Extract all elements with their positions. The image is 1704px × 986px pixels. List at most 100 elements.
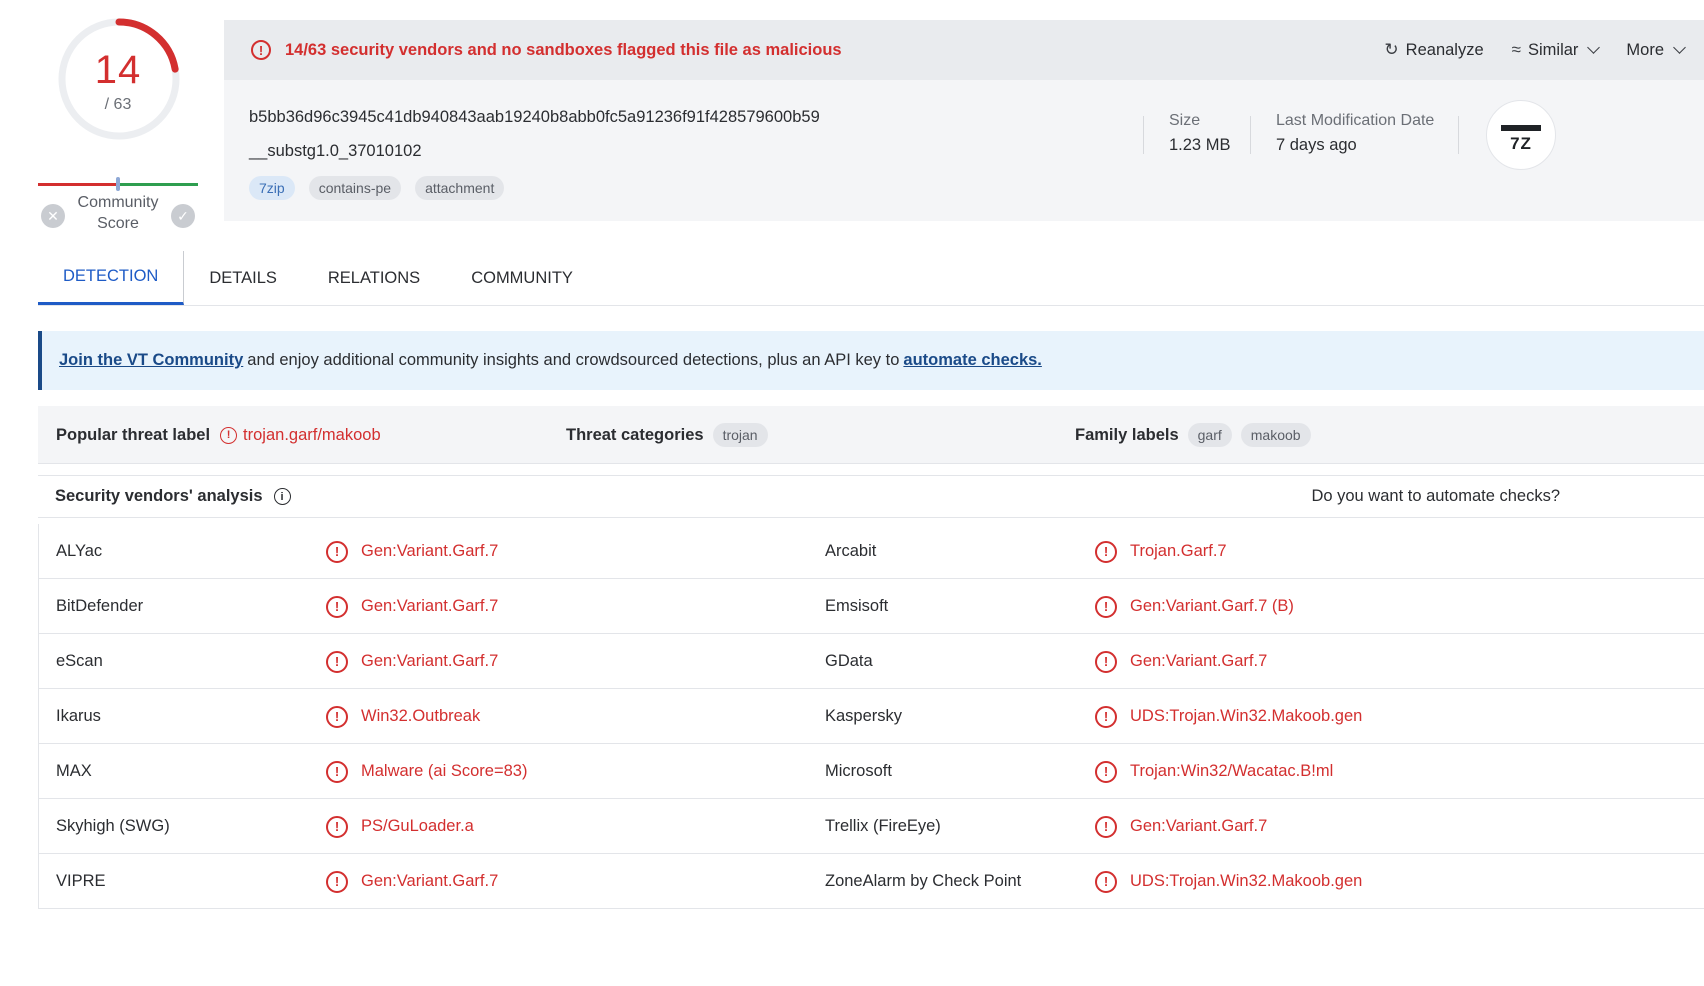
alert-icon: ! xyxy=(326,870,348,893)
vendor-result: ! UDS:Trojan.Win32.Makoob.gen xyxy=(1095,854,1362,909)
alert-icon: ! xyxy=(1095,870,1117,893)
alert-icon: ! xyxy=(326,815,348,838)
vendor-result-text: Win32.Outbreak xyxy=(361,707,481,725)
tab-relations[interactable]: RELATIONS xyxy=(328,251,420,305)
tab-details[interactable]: DETAILS xyxy=(209,251,277,305)
info-icon[interactable]: i xyxy=(273,488,291,505)
chevron-down-icon xyxy=(1673,41,1686,54)
table-row: BitDefender ! Gen:Variant.Garf.7 Emsisoft! G… xyxy=(39,579,1704,634)
automate-checks-prompt[interactable]: Do you want to automate checks? xyxy=(1311,487,1560,506)
vendor-result-text: Gen:Variant.Garf.7 xyxy=(361,872,499,890)
alert-icon: ! xyxy=(326,650,348,673)
vendor-name-text: eScan xyxy=(56,652,103,670)
vendor-name: Kaspersky xyxy=(825,689,902,744)
vendors-header: Security vendors' analysis i Do you want… xyxy=(38,475,1704,518)
vendor-result-text: UDS:Trojan.Win32.Makoob.gen xyxy=(1130,707,1363,725)
vendor-result: ! Gen:Variant.Garf.7 xyxy=(326,854,498,909)
vendor-name-text: Trellix (FireEye) xyxy=(825,817,941,835)
community-score-label: Community Score xyxy=(77,194,159,232)
vendor-name-text: BitDefender xyxy=(56,597,144,615)
alert-icon: ! xyxy=(326,540,348,563)
automate-checks-link[interactable]: automate checks. xyxy=(903,351,1041,370)
vendor-name-text: MAX xyxy=(56,762,92,780)
vendor-result-text: Gen:Variant.Garf.7 xyxy=(1130,817,1268,835)
more-dropdown[interactable]: More xyxy=(1626,41,1686,60)
alert-icon: ! xyxy=(326,595,348,618)
report-tabs: DETECTION DETAILS RELATIONS COMMUNITY xyxy=(38,251,1704,306)
vendor-result: ! UDS:Trojan.Win32.Makoob.gen xyxy=(1095,689,1362,744)
vendor-result: ! Malware (ai Score=83) xyxy=(326,744,527,799)
tag-contains-pe[interactable]: contains-pe xyxy=(308,176,402,200)
alert-icon: ! xyxy=(1095,595,1117,618)
join-community-link[interactable]: Join the VT Community xyxy=(59,351,243,370)
file-hash[interactable]: b5bb36d96c3945c41db940843aab19240b8abb0f… xyxy=(249,108,820,127)
vendor-name-text: ALYac xyxy=(56,542,103,560)
vendor-result-text: Gen:Variant.Garf.7 xyxy=(361,652,499,670)
file-name: __substg1.0_37010102 xyxy=(249,142,422,160)
detection-summary: 14/63 security vendors and no sandboxes … xyxy=(285,40,842,59)
vendor-name-text: Kaspersky xyxy=(825,707,903,725)
vendor-result: ! Gen:Variant.Garf.7 xyxy=(326,579,498,634)
vendors-title: Security vendors' analysis xyxy=(55,487,263,505)
vendor-result: ! Trojan:Win32/Wacatac.B!ml xyxy=(1095,744,1333,799)
engine-total: / 63 xyxy=(104,96,132,113)
threat-categories: Threat categories trojan xyxy=(566,406,768,464)
vendor-result-text: PS/GuLoader.a xyxy=(361,817,474,835)
reanalyze-button[interactable]: ↻ Reanalyze xyxy=(1384,40,1483,60)
vendor-result: ! Gen:Variant.Garf.7 xyxy=(326,634,498,689)
alert-icon: ! xyxy=(1095,650,1117,673)
vendor-name: BitDefender xyxy=(56,579,143,634)
file-info-card: b5bb36d96c3945c41db940843aab19240b8abb0f… xyxy=(224,80,1704,221)
family-pill[interactable]: garf xyxy=(1187,423,1232,447)
category-pill[interactable]: trojan xyxy=(712,423,768,447)
similar-icon: ≈ xyxy=(1511,40,1521,59)
table-row: VIPRE! Gen:Variant.Garf.7 ZoneAlarm by Che… xyxy=(39,854,1704,909)
table-row: Ikarus! Win32.Outbreak Kaspersky ! UDS:Troja… xyxy=(39,689,1704,744)
vendor-result: ! Gen:Variant.Garf.7 xyxy=(326,524,498,579)
table-row: eScan! Gen:Variant.Garf.7 GData! Gen:Varian… xyxy=(39,634,1704,689)
threat-labels-row: Popular threat label ! trojan.garf/makoo… xyxy=(38,406,1704,464)
alert-icon: ! xyxy=(326,705,348,728)
file-tags: 7zip contains-pe attachment xyxy=(249,176,505,200)
vendor-name-text: Skyhigh (SWG) xyxy=(56,817,170,835)
detection-alert-bar: ! 14/63 security vendors and no sandboxe… xyxy=(224,20,1704,80)
table-row: Skyhigh (SWG)! PS/GuLoader.a Trellix (Fire… xyxy=(39,799,1704,854)
vendor-name: Arcabit xyxy=(825,524,876,579)
size-label: Size xyxy=(1169,112,1201,129)
similar-dropdown[interactable]: ≈ Similar xyxy=(1511,40,1601,60)
tag-attachment[interactable]: attachment xyxy=(415,176,505,200)
alert-icon: ! xyxy=(1095,760,1117,783)
vendor-result-text: Gen:Variant.Garf.7 (B) xyxy=(1130,597,1294,615)
vendor-result: ! Gen:Variant.Garf.7 xyxy=(1095,799,1267,854)
family-pill[interactable]: makoob xyxy=(1240,423,1311,447)
vote-malicious-icon[interactable]: ✕ xyxy=(41,204,65,228)
vendor-name: Microsoft xyxy=(825,744,892,799)
vendor-name-text: GData xyxy=(825,652,873,670)
vendor-name: Ikarus xyxy=(56,689,101,744)
vendor-name: MAX xyxy=(56,744,92,799)
vendor-result: ! Gen:Variant.Garf.7 xyxy=(1095,634,1267,689)
table-row: MAX ! Malware (ai Score=83) Microsoft! Troja… xyxy=(39,744,1704,799)
vendor-result: ! Win32.Outbreak xyxy=(326,689,480,744)
detection-count: 14 xyxy=(94,48,142,92)
vendor-name: Trellix (FireEye) xyxy=(825,799,941,854)
tab-detection[interactable]: DETECTION xyxy=(38,251,185,305)
vendor-name: Emsisoft xyxy=(825,579,888,634)
vendor-result-text: Gen:Variant.Garf.7 xyxy=(361,542,499,560)
modified-label: Last Modification Date xyxy=(1276,112,1435,129)
vendor-name-text: Emsisoft xyxy=(825,597,889,615)
chevron-down-icon xyxy=(1587,41,1601,54)
vendor-result-text: Trojan:Win32/Wacatac.B!ml xyxy=(1130,762,1334,780)
vendor-name: GData xyxy=(825,634,873,689)
community-score-marker xyxy=(116,177,120,191)
vendor-result-text: Malware (ai Score=83) xyxy=(361,762,528,780)
alert-icon: ! xyxy=(220,426,238,444)
vendor-name-text: VIPRE xyxy=(56,872,106,890)
vote-harmless-icon[interactable]: ✓ xyxy=(171,204,195,228)
tab-community[interactable]: COMMUNITY xyxy=(471,251,573,305)
community-score-bar xyxy=(38,177,198,191)
file-actions: ↻ Reanalyze ≈ Similar More xyxy=(1356,20,1704,80)
refresh-icon: ↻ xyxy=(1384,40,1399,59)
tag-7zip[interactable]: 7zip xyxy=(249,176,295,200)
vendor-name-text: Ikarus xyxy=(56,707,101,725)
